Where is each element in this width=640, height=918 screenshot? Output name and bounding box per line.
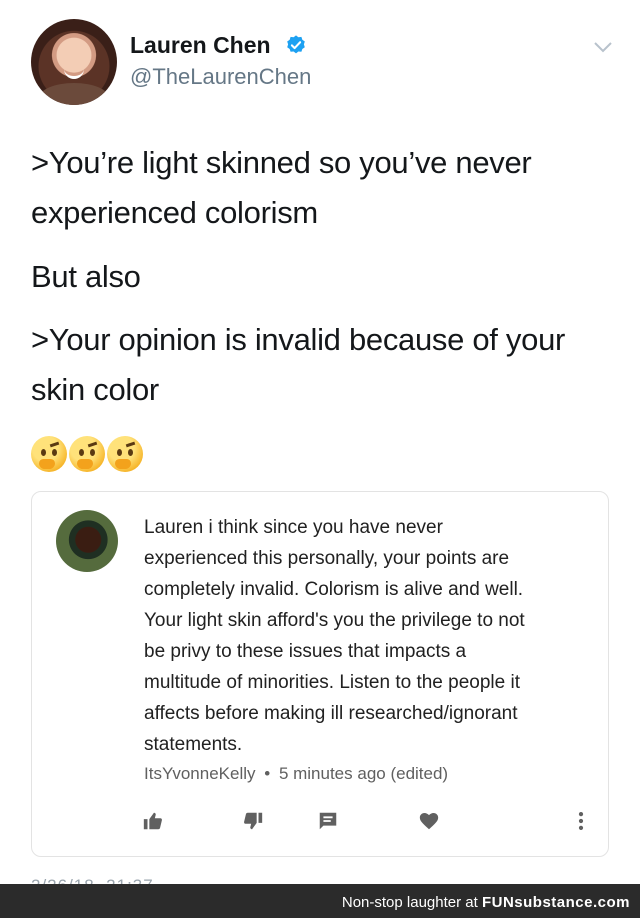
comment-line: experienced this personally, your points… bbox=[144, 548, 510, 569]
comment-line: multitude of minorities. Listen to the p… bbox=[144, 672, 520, 693]
comment-line: Your light skin afford's you the privile… bbox=[144, 610, 525, 631]
embedded-comment-card: Lauren i think since you have never expe… bbox=[31, 491, 609, 857]
commenter-avatar[interactable] bbox=[56, 510, 118, 572]
tweet-text-line: skin color bbox=[31, 372, 159, 407]
meta-separator: • bbox=[264, 764, 271, 783]
more-vertical-icon[interactable] bbox=[570, 810, 592, 832]
comment-body: Lauren i think since you have never expe… bbox=[144, 512, 584, 760]
tweet-text-line: >You’re light skinned so you’ve never bbox=[31, 145, 532, 180]
thinking-face-icon bbox=[31, 436, 67, 472]
thumbs-up-icon[interactable] bbox=[142, 810, 164, 832]
comment-line: affects before making ill researched/ign… bbox=[144, 703, 518, 724]
watermark-text: Non-stop laughter at FUNsubstance.com bbox=[342, 894, 630, 911]
avatar-coat bbox=[39, 83, 109, 105]
avatar-smile bbox=[64, 68, 84, 79]
tweet-text-line: But also bbox=[31, 259, 141, 294]
tweet-avatar[interactable] bbox=[31, 19, 117, 105]
comment-line: statements. bbox=[144, 734, 243, 755]
thumbs-down-icon[interactable] bbox=[242, 810, 264, 832]
author-name[interactable]: Lauren Chen bbox=[130, 32, 271, 59]
thinking-face-icon bbox=[107, 436, 143, 472]
emoji-row bbox=[31, 436, 143, 472]
thinking-face-icon bbox=[69, 436, 105, 472]
author-handle[interactable]: @TheLaurenChen bbox=[130, 64, 311, 90]
reply-icon[interactable] bbox=[317, 810, 339, 832]
comment-line: be privy to these issues that impacts a bbox=[144, 641, 467, 662]
comment-line: Lauren i think since you have never bbox=[144, 517, 443, 538]
comment-meta: ItsYvonneKelly • 5 minutes ago (edited) bbox=[144, 764, 448, 784]
watermark-brand[interactable]: FUNsubstance.com bbox=[482, 894, 630, 911]
comment-author[interactable]: ItsYvonneKelly bbox=[144, 764, 256, 783]
comment-line: completely invalid. Colorism is alive an… bbox=[144, 579, 524, 600]
heart-icon[interactable] bbox=[418, 810, 440, 832]
comment-time: 5 minutes ago (edited) bbox=[278, 764, 449, 783]
tweet-text-line: >Your opinion is invalid because of your bbox=[31, 322, 566, 357]
chevron-down-icon[interactable] bbox=[593, 40, 613, 54]
tweet-text-line: experienced colorism bbox=[31, 195, 318, 230]
verified-badge-icon bbox=[287, 35, 305, 54]
watermark-prefix: Non-stop laughter at bbox=[341, 894, 478, 911]
